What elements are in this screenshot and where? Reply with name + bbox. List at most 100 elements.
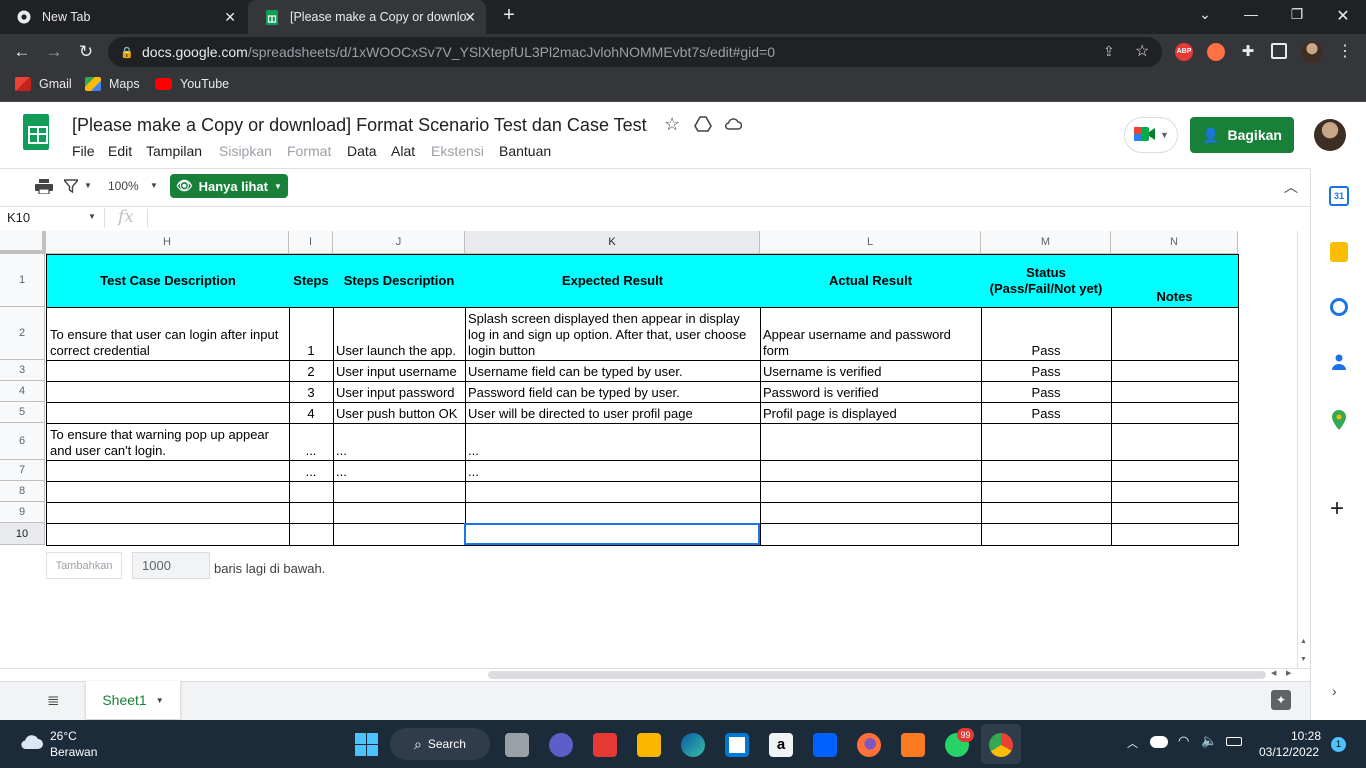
address-bar[interactable]: 🔒 docs.google.com/spreadsheets/d/1xWOOCx… bbox=[108, 37, 1162, 67]
meet-button[interactable]: ▼ bbox=[1124, 117, 1178, 153]
profile-avatar[interactable] bbox=[1301, 41, 1323, 63]
back-arrow-icon[interactable]: ← bbox=[11, 41, 33, 63]
close-tab-icon[interactable]: ✕ bbox=[224, 9, 236, 26]
column-header-m[interactable]: M bbox=[981, 231, 1111, 254]
calendar-icon[interactable]: 31 bbox=[1329, 186, 1349, 206]
contacts-icon[interactable] bbox=[1332, 354, 1346, 370]
cell-l3[interactable]: Username is verified bbox=[760, 360, 982, 382]
forward-arrow-icon[interactable]: → bbox=[43, 41, 65, 63]
column-header-n[interactable]: N bbox=[1111, 231, 1238, 254]
header-cell-m[interactable]: Status (Pass/Fail/Not yet) bbox=[981, 254, 1112, 308]
cell-m9[interactable] bbox=[981, 502, 1112, 524]
move-to-drive-icon[interactable] bbox=[694, 115, 712, 133]
header-cell-j[interactable]: Steps Description bbox=[333, 254, 466, 308]
cell-i8[interactable] bbox=[289, 481, 334, 503]
cell-m6[interactable] bbox=[981, 423, 1112, 461]
column-header-j[interactable]: J bbox=[333, 231, 465, 254]
cell-j2[interactable]: User launch the app. bbox=[333, 307, 466, 361]
cloud-status-icon[interactable] bbox=[724, 116, 743, 132]
teams-chat-icon[interactable] bbox=[549, 733, 573, 757]
extensions-puzzle-icon[interactable]: ✚ bbox=[1239, 43, 1257, 61]
menu-edit[interactable]: Edit bbox=[108, 143, 132, 159]
cell-n10[interactable] bbox=[1111, 523, 1239, 546]
close-tab-icon[interactable]: ✕ bbox=[464, 9, 476, 26]
document-title[interactable]: [Please make a Copy or download] Format … bbox=[72, 115, 647, 136]
add-rows-button[interactable]: Tambahkan bbox=[46, 552, 122, 579]
amazon-icon[interactable]: a bbox=[769, 733, 793, 757]
cell-h8[interactable] bbox=[46, 481, 290, 503]
cell-n8[interactable] bbox=[1111, 481, 1239, 503]
column-header-l[interactable]: L bbox=[760, 231, 981, 254]
cell-h10[interactable] bbox=[46, 523, 290, 546]
cell-l4[interactable]: Password is verified bbox=[760, 381, 982, 403]
dropbox-icon[interactable] bbox=[813, 733, 837, 757]
row-header-8[interactable]: 8 bbox=[0, 481, 45, 502]
menu-format[interactable]: Format bbox=[287, 143, 331, 159]
cell-j7[interactable]: ... bbox=[333, 460, 466, 482]
zoom-select[interactable]: 100% bbox=[108, 179, 139, 193]
tasks-icon[interactable] bbox=[1330, 298, 1348, 316]
clock-time[interactable]: 10:28 bbox=[1291, 729, 1321, 743]
cell-k2[interactable]: Splash screen displayed then appear in d… bbox=[465, 307, 761, 361]
account-avatar[interactable] bbox=[1314, 119, 1346, 151]
scroll-down-icon[interactable]: ▼ bbox=[1300, 656, 1307, 663]
maps-pin-icon[interactable] bbox=[1332, 410, 1346, 430]
all-sheets-menu-icon[interactable]: ≣ bbox=[47, 691, 60, 709]
cell-j9[interactable] bbox=[333, 502, 466, 524]
taskbar-search[interactable]: ⌕ Search bbox=[390, 728, 490, 760]
cell-m8[interactable] bbox=[981, 481, 1112, 503]
volume-icon[interactable]: 🔈 bbox=[1201, 733, 1217, 749]
cell-m3[interactable]: Pass bbox=[981, 360, 1112, 382]
scroll-right-icon[interactable]: ▶ bbox=[1286, 669, 1291, 677]
column-header-k[interactable]: K bbox=[465, 231, 760, 254]
cell-n9[interactable] bbox=[1111, 502, 1239, 524]
minimize-icon[interactable]: — bbox=[1241, 6, 1261, 22]
clock-date[interactable]: 03/12/2022 bbox=[1259, 745, 1319, 759]
weather-cloud-icon[interactable] bbox=[18, 732, 44, 750]
task-view-icon[interactable] bbox=[505, 733, 529, 757]
rows-count-input[interactable]: 1000 bbox=[132, 552, 210, 579]
header-cell-k[interactable]: Expected Result bbox=[465, 254, 761, 308]
cell-i4[interactable]: 3 bbox=[289, 381, 334, 403]
firefox-icon[interactable] bbox=[857, 733, 881, 757]
formula-input[interactable] bbox=[158, 208, 1294, 228]
cell-n7[interactable] bbox=[1111, 460, 1239, 482]
onedrive-icon[interactable] bbox=[1150, 736, 1168, 748]
explore-icon[interactable]: ✦ bbox=[1271, 690, 1291, 710]
cell-m2[interactable]: Pass bbox=[981, 307, 1112, 361]
selected-cell-k10[interactable] bbox=[464, 523, 760, 545]
cell-h3[interactable] bbox=[46, 360, 290, 382]
sheet-tab-sheet1[interactable]: Sheet1 ▼ bbox=[86, 681, 180, 719]
cell-m7[interactable] bbox=[981, 460, 1112, 482]
header-cell-h[interactable]: Test Case Description bbox=[46, 254, 290, 308]
weather-temp[interactable]: 26°C bbox=[50, 729, 77, 743]
cell-m5[interactable]: Pass bbox=[981, 402, 1112, 424]
row-header-3[interactable]: 3 bbox=[0, 360, 45, 381]
header-cell-i[interactable]: Steps bbox=[289, 254, 334, 308]
cell-l8[interactable] bbox=[760, 481, 982, 503]
filter-dropdown-icon[interactable]: ▼ bbox=[84, 181, 92, 190]
name-box-dropdown-icon[interactable]: ▼ bbox=[88, 212, 96, 221]
cell-k3[interactable]: Username field can be typed by user. bbox=[465, 360, 761, 382]
collapse-menus-icon[interactable]: ︿ bbox=[1284, 177, 1298, 197]
horizontal-scroll-thumb[interactable] bbox=[488, 671, 1266, 679]
notification-badge[interactable]: 1 bbox=[1331, 737, 1346, 752]
sheets-logo-icon[interactable] bbox=[23, 114, 49, 150]
cell-h9[interactable] bbox=[46, 502, 290, 524]
cell-l10[interactable] bbox=[760, 523, 982, 546]
cell-k9[interactable] bbox=[465, 502, 761, 524]
bookmark-gmail[interactable]: Gmail bbox=[15, 77, 72, 91]
zoom-dropdown-icon[interactable]: ▼ bbox=[150, 181, 158, 190]
share-button[interactable]: 👤 Bagikan bbox=[1190, 117, 1294, 153]
menu-data[interactable]: Data bbox=[347, 143, 377, 159]
row-header-7[interactable]: 7 bbox=[0, 460, 45, 481]
menu-view[interactable]: Tampilan bbox=[146, 143, 202, 159]
tab-sheets[interactable]: [Please make a Copy or downloa ✕ bbox=[248, 0, 486, 34]
cell-k4[interactable]: Password field can be typed by user. bbox=[465, 381, 761, 403]
keep-icon[interactable] bbox=[1330, 242, 1348, 262]
cell-i7[interactable]: ... bbox=[289, 460, 334, 482]
column-header-i[interactable]: I bbox=[289, 231, 333, 254]
new-tab-plus-icon[interactable]: + bbox=[499, 4, 519, 27]
xampp-icon[interactable] bbox=[901, 733, 925, 757]
menu-file[interactable]: File bbox=[72, 143, 95, 159]
